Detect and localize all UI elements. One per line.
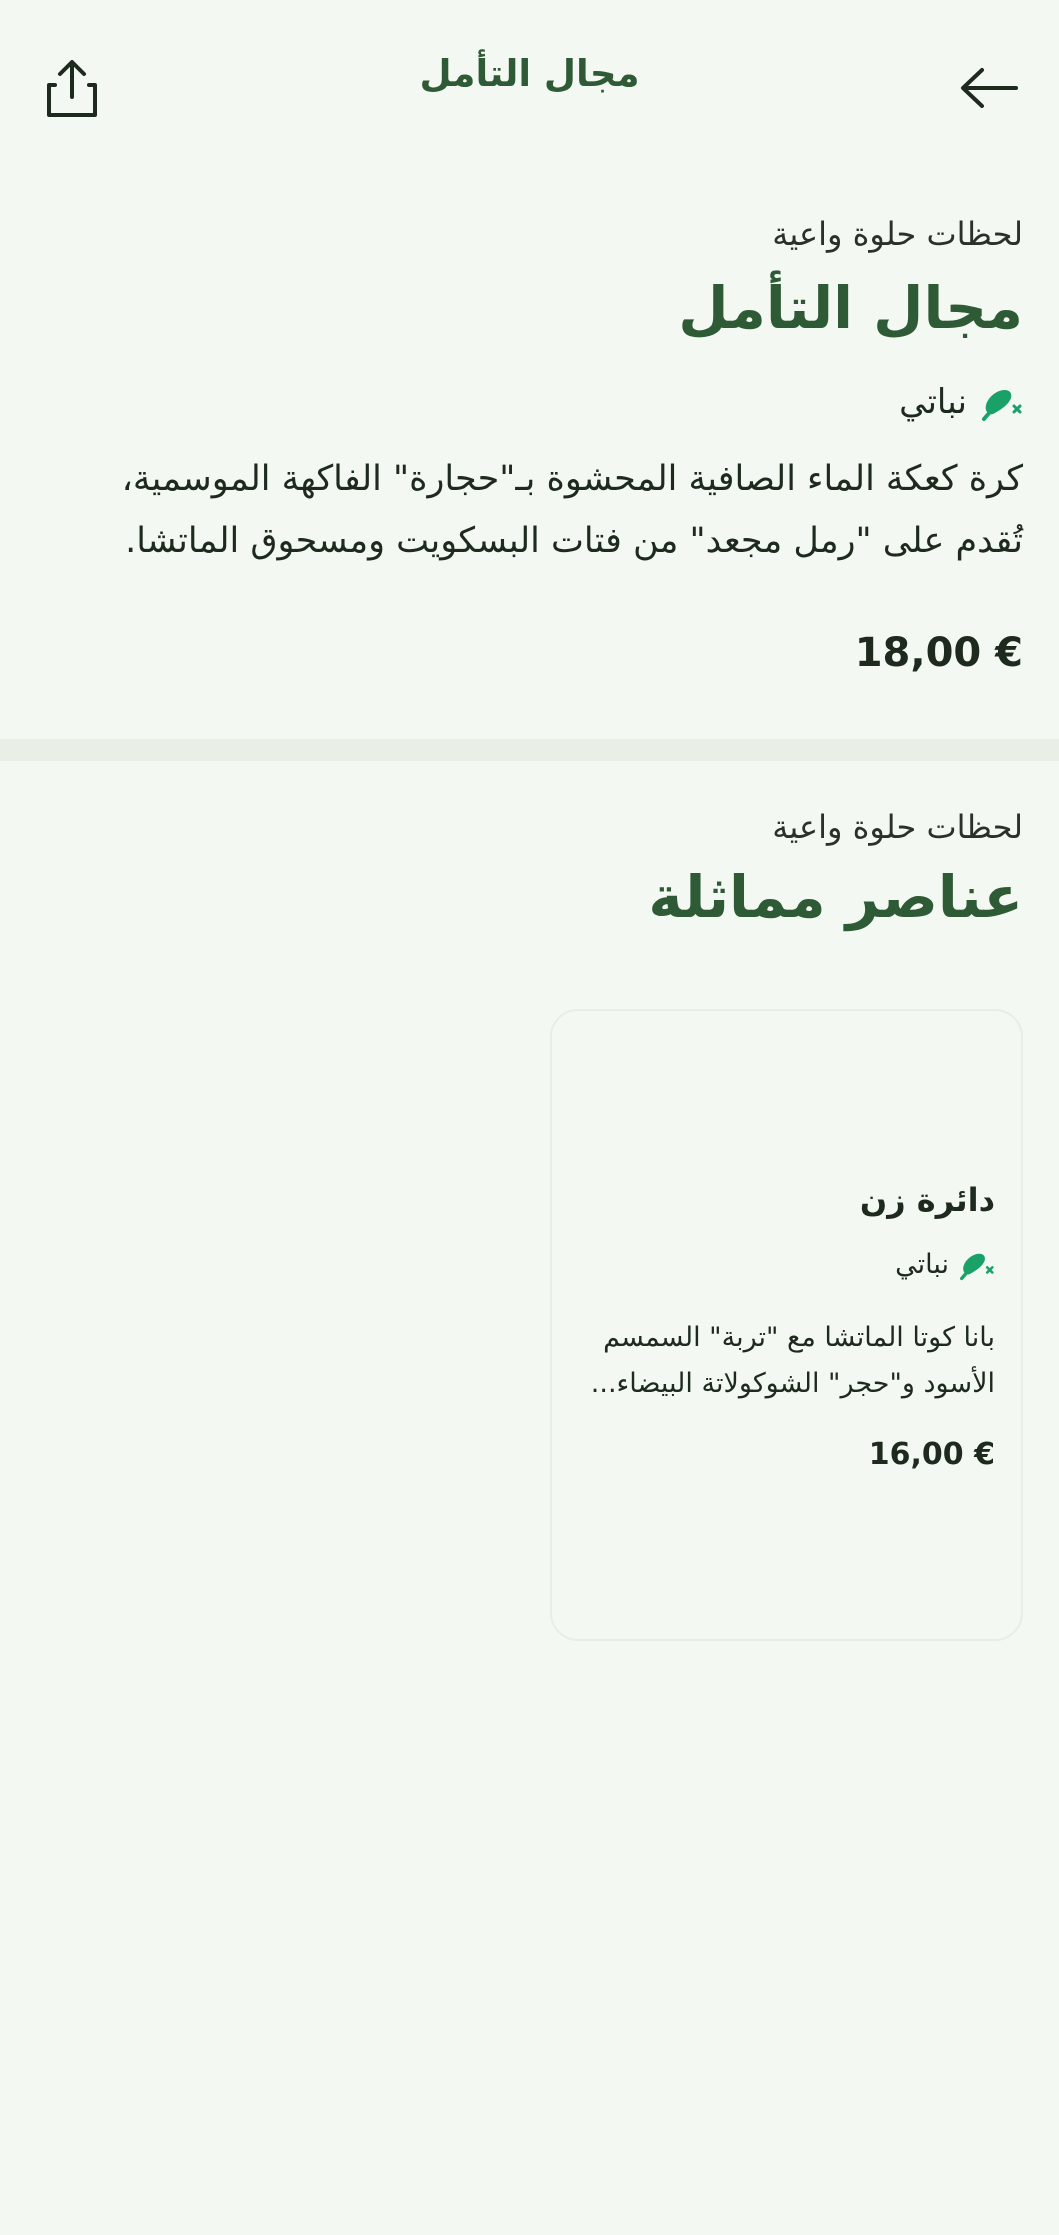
no-meat-icon (959, 1253, 994, 1281)
similar-item-card[interactable]: دائرة زن نباتي بانا كوتا الماتشا مع "ترب… (550, 1009, 1023, 1641)
back-button[interactable] (949, 48, 1029, 128)
no-meat-icon (982, 390, 1022, 422)
card-description: بانا كوتا الماتشا مع "تربة" السمسم الأسو… (590, 1322, 995, 1399)
item-price: 18,00 € (854, 630, 1023, 677)
card-price: 16,00 € (868, 1437, 995, 1472)
diet-tag: نباتي (70, 382, 1023, 422)
item-category: لحظات حلوة واعية (772, 215, 1023, 253)
card-diet-label: نباتي (895, 1248, 949, 1280)
arrow-right-icon (961, 68, 1018, 108)
item-description: كرة كعكة الماء الصافية المحشوة بـ"حجارة"… (121, 459, 1023, 562)
similar-title: عناصر مماثلة (648, 863, 1023, 932)
top-bar: مجال التأمل (0, 0, 1059, 170)
item-title: مجال التأمل (678, 274, 1023, 343)
diet-label: نباتي (899, 382, 967, 423)
card-title: دائرة زن (859, 1181, 995, 1219)
similar-category: لحظات حلوة واعية (772, 808, 1023, 846)
card-diet-tag: نباتي (578, 1247, 995, 1281)
similar-items-section: لحظات حلوة واعية عناصر مماثلة (0, 808, 1059, 931)
item-detail-page: مجال التأمل لحظات حلوة واعية مجال التأمل… (0, 0, 1059, 2235)
header-title: مجال التأمل (419, 52, 640, 95)
item-details: لحظات حلوة واعية مجال التأمل نباتي كرة ك… (0, 215, 1059, 676)
section-divider (0, 739, 1059, 761)
